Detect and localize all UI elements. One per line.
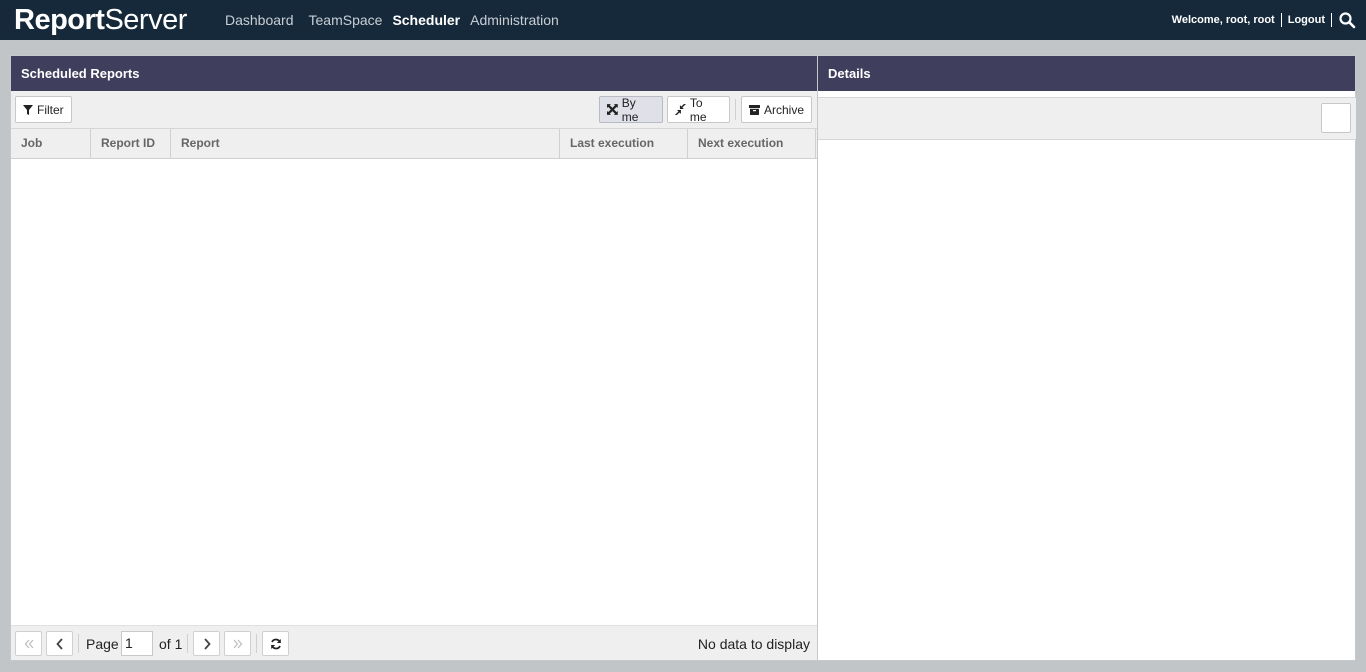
logo-bold-text: Report	[14, 4, 105, 36]
logout-link[interactable]: Logout	[1288, 14, 1325, 26]
reportserver-logo[interactable]: ReportServer	[14, 3, 187, 37]
compress-arrows-icon	[675, 104, 686, 115]
nav-dashboard[interactable]: Dashboard	[220, 0, 299, 40]
archive-button-label: Archive	[763, 102, 804, 117]
column-header-last-execution[interactable]: Last execution	[560, 129, 688, 158]
chevron-right-icon	[203, 637, 211, 650]
filter-button-label: Filter	[37, 102, 64, 117]
page-count-label: of 1	[159, 636, 183, 652]
welcome-text: Welcome, root, root	[1171, 14, 1275, 26]
column-header-report[interactable]: Report	[171, 129, 560, 158]
details-panel: Details	[818, 55, 1356, 661]
grid-column-headers: Job Report ID Report Last execution Next…	[11, 129, 817, 159]
details-action-button[interactable]	[1321, 103, 1351, 133]
page-number-input[interactable]: 1	[121, 631, 153, 656]
double-chevron-right-icon	[233, 639, 242, 648]
pager-separator	[256, 634, 257, 653]
to-me-button[interactable]: To me	[667, 95, 730, 124]
panel-title: Scheduled Reports	[11, 56, 817, 91]
scheduled-reports-panel: Scheduled Reports Filter By me To me Arc…	[10, 55, 818, 661]
pager-separator	[78, 634, 79, 653]
top-navigation-bar: ReportServer Dashboard TeamSpace Schedul…	[0, 0, 1366, 40]
details-toolbar	[818, 97, 1356, 140]
logo-thin-text: Server	[104, 4, 187, 36]
search-icon[interactable]	[1338, 11, 1356, 29]
pager-separator	[187, 634, 188, 653]
nav-scheduler[interactable]: Scheduler	[387, 0, 465, 40]
toolbar-separator	[735, 99, 736, 120]
column-header-report-id[interactable]: Report ID	[91, 129, 171, 158]
nav-teamspace[interactable]: TeamSpace	[304, 0, 388, 40]
user-box: Welcome, root, root Logout	[1172, 0, 1356, 40]
filter-button[interactable]: Filter	[15, 96, 72, 123]
double-chevron-left-icon	[24, 639, 33, 648]
refresh-icon	[270, 638, 281, 649]
pager-status: No data to display	[697, 636, 810, 652]
divider	[1331, 13, 1332, 27]
chevron-left-icon	[55, 637, 63, 650]
details-title: Details	[818, 56, 1355, 91]
by-me-button-label: By me	[621, 95, 639, 124]
expand-arrows-icon	[607, 104, 618, 115]
last-page-button[interactable]	[224, 631, 251, 656]
column-header-next-execution[interactable]: Next execution	[688, 129, 816, 158]
scheduled-reports-grid[interactable]	[11, 159, 817, 625]
refresh-button[interactable]	[262, 631, 289, 656]
nav-administration[interactable]: Administration	[465, 0, 564, 40]
to-me-button-label: To me	[689, 95, 707, 124]
next-page-button[interactable]	[193, 631, 220, 656]
archive-button[interactable]: Archive	[741, 96, 812, 123]
filter-icon	[23, 104, 33, 115]
column-header-job[interactable]: Job	[11, 129, 91, 158]
by-me-button[interactable]: By me	[599, 95, 663, 124]
main-nav: Dashboard TeamSpace Scheduler Administra…	[216, 0, 564, 40]
scheduled-toolbar: Filter By me To me Archive	[11, 91, 817, 129]
page-label: Page	[86, 636, 119, 652]
previous-page-button[interactable]	[46, 631, 73, 656]
paging-toolbar: Page 1 of 1 No data to display	[11, 625, 817, 660]
archive-icon	[749, 104, 760, 115]
divider	[1280, 13, 1282, 27]
first-page-button[interactable]	[15, 631, 42, 656]
